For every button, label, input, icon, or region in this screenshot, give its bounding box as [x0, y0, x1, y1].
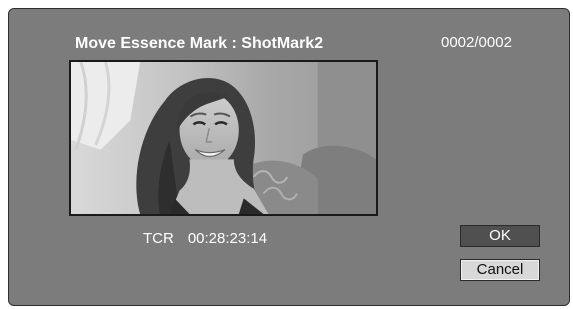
- timecode-value: 00:28:23:14: [187, 230, 268, 247]
- timecode-readout: TCR 00:28:23:14: [143, 230, 267, 247]
- cancel-button[interactable]: Cancel: [460, 259, 540, 281]
- timecode-label: TCR: [143, 230, 174, 247]
- ok-button[interactable]: OK: [460, 225, 540, 247]
- mark-counter: 0002/0002: [441, 34, 512, 51]
- video-thumbnail: [69, 60, 378, 216]
- video-frame-image: [71, 62, 376, 214]
- dialog-title: Move Essence Mark : ShotMark2: [75, 35, 324, 52]
- move-essence-mark-dialog: Move Essence Mark : ShotMark2 0002/0002: [8, 8, 570, 306]
